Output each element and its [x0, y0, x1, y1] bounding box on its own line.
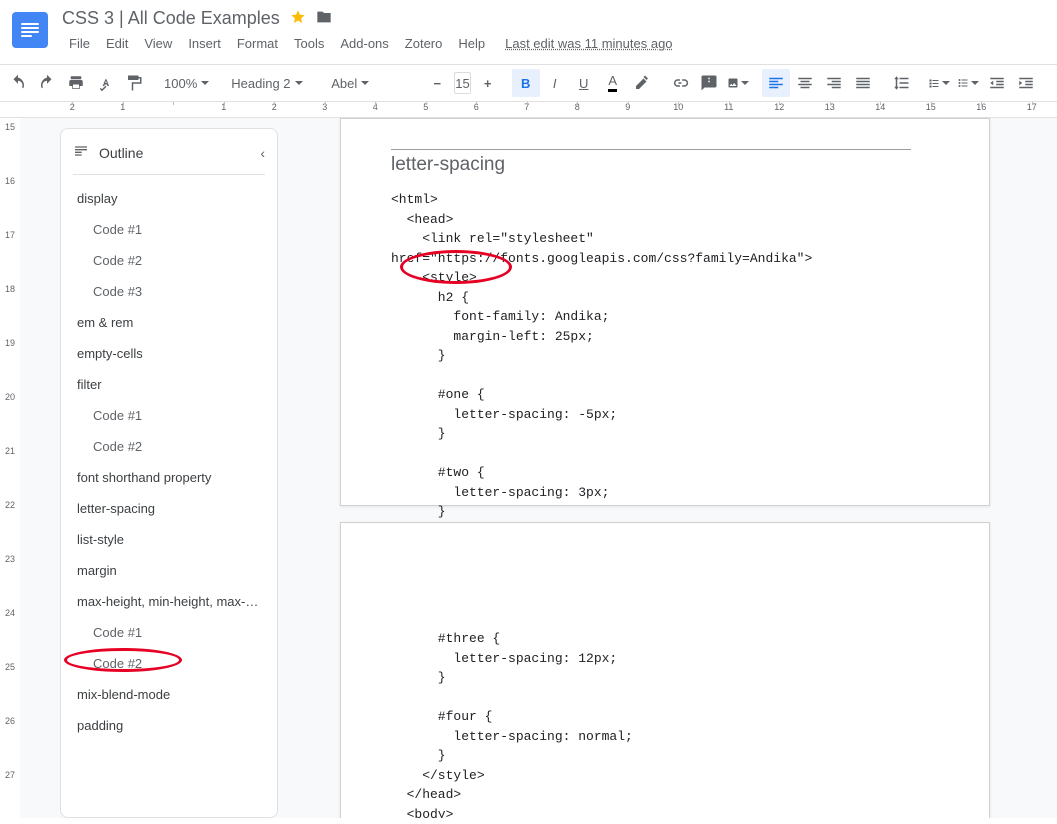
document-canvas: Outline ‹ displayCode #1Code #2Code #3em…: [20, 118, 1057, 818]
link-button[interactable]: [666, 69, 694, 97]
outline-item[interactable]: empty-cells: [63, 338, 275, 369]
align-justify-button[interactable]: [849, 69, 877, 97]
outline-collapse-icon[interactable]: ‹: [260, 145, 265, 161]
menu-insert[interactable]: Insert: [181, 33, 228, 54]
outline-title: Outline: [99, 145, 143, 161]
outline-item[interactable]: Code #3: [63, 276, 275, 307]
spellcheck-button[interactable]: [91, 69, 119, 97]
increase-indent-button[interactable]: [1012, 69, 1040, 97]
outline-item[interactable]: em & rem: [63, 307, 275, 338]
outline-item[interactable]: margin: [63, 555, 275, 586]
align-left-button[interactable]: [762, 69, 790, 97]
toolbar: 100% Heading 2 Abel − 15 + B I U A: [0, 64, 1057, 102]
outline-item[interactable]: padding: [63, 710, 275, 741]
app-header: CSS 3 | All Code Examples File Edit View…: [0, 0, 1057, 64]
menu-view[interactable]: View: [137, 33, 179, 54]
outline-item[interactable]: letter-spacing: [63, 493, 275, 524]
fontsize-input[interactable]: 15: [454, 72, 470, 94]
star-icon[interactable]: [290, 9, 306, 28]
outline-item[interactable]: max-height, min-height, max-widt...: [63, 586, 275, 617]
outline-item[interactable]: Code #1: [63, 400, 275, 431]
outline-item[interactable]: font shorthand property: [63, 462, 275, 493]
outline-item[interactable]: filter: [63, 369, 275, 400]
last-edit-link[interactable]: Last edit was 11 minutes ago: [498, 33, 679, 54]
styles-select[interactable]: Heading 2: [225, 69, 315, 97]
move-icon[interactable]: [316, 9, 332, 28]
line-spacing-button[interactable]: [887, 69, 915, 97]
font-value: Abel: [331, 76, 357, 91]
outline-item[interactable]: Code #2: [63, 648, 275, 679]
document-page-2[interactable]: #three { letter-spacing: 12px; } #four {…: [340, 522, 990, 818]
outline-item[interactable]: list-style: [63, 524, 275, 555]
undo-button[interactable]: [4, 69, 32, 97]
outline-item[interactable]: Code #1: [63, 617, 275, 648]
menu-format[interactable]: Format: [230, 33, 285, 54]
menu-help[interactable]: Help: [451, 33, 492, 54]
bullet-list-button[interactable]: [954, 69, 982, 97]
italic-button[interactable]: I: [541, 69, 569, 97]
fontsize-increase-button[interactable]: +: [474, 69, 502, 97]
outline-item[interactable]: mix-blend-mode: [63, 679, 275, 710]
menu-tools[interactable]: Tools: [287, 33, 331, 54]
fontsize-decrease-button[interactable]: −: [423, 69, 451, 97]
decrease-indent-button[interactable]: [983, 69, 1011, 97]
doc-title[interactable]: CSS 3 | All Code Examples: [62, 8, 280, 29]
underline-button[interactable]: U: [570, 69, 598, 97]
bold-button[interactable]: B: [512, 69, 540, 97]
checklist-button[interactable]: [925, 69, 953, 97]
zoom-value: 100%: [164, 76, 197, 91]
outline-item[interactable]: Code #2: [63, 245, 275, 276]
heading-value: Heading 2: [231, 76, 290, 91]
docs-icon[interactable]: [12, 12, 48, 48]
comment-button[interactable]: [695, 69, 723, 97]
outline-panel: Outline ‹ displayCode #1Code #2Code #3em…: [60, 128, 278, 818]
code-block-1[interactable]: <html> <head> <link rel="stylesheet" hre…: [391, 190, 949, 522]
redo-button[interactable]: [33, 69, 61, 97]
outline-item[interactable]: display: [63, 183, 275, 214]
align-center-button[interactable]: [791, 69, 819, 97]
menu-file[interactable]: File: [62, 33, 97, 54]
document-page-1[interactable]: letter-spacing <html> <head> <link rel="…: [340, 118, 990, 506]
align-right-button[interactable]: [820, 69, 848, 97]
outline-list: displayCode #1Code #2Code #3em & remempt…: [61, 183, 277, 741]
outline-icon: [73, 143, 89, 162]
text-color-button[interactable]: A: [599, 69, 627, 97]
menu-addons[interactable]: Add-ons: [333, 33, 395, 54]
print-button[interactable]: [62, 69, 90, 97]
code-block-2[interactable]: #three { letter-spacing: 12px; } #four {…: [391, 629, 949, 818]
section-heading[interactable]: letter-spacing: [391, 154, 949, 176]
menubar: File Edit View Insert Format Tools Add-o…: [62, 33, 680, 54]
menu-zotero[interactable]: Zotero: [398, 33, 450, 54]
vertical-ruler[interactable]: 15161718192021222324252627: [0, 118, 20, 818]
image-button[interactable]: [724, 69, 752, 97]
paint-format-button[interactable]: [120, 69, 148, 97]
horizontal-ruler[interactable]: 211234567891011121314151617: [0, 102, 1057, 118]
font-select[interactable]: Abel: [325, 69, 413, 97]
outline-item[interactable]: Code #1: [63, 214, 275, 245]
highlight-button[interactable]: [628, 69, 656, 97]
outline-item[interactable]: Code #2: [63, 431, 275, 462]
zoom-select[interactable]: 100%: [158, 69, 215, 97]
menu-edit[interactable]: Edit: [99, 33, 135, 54]
clear-formatting-button[interactable]: [1050, 69, 1057, 97]
